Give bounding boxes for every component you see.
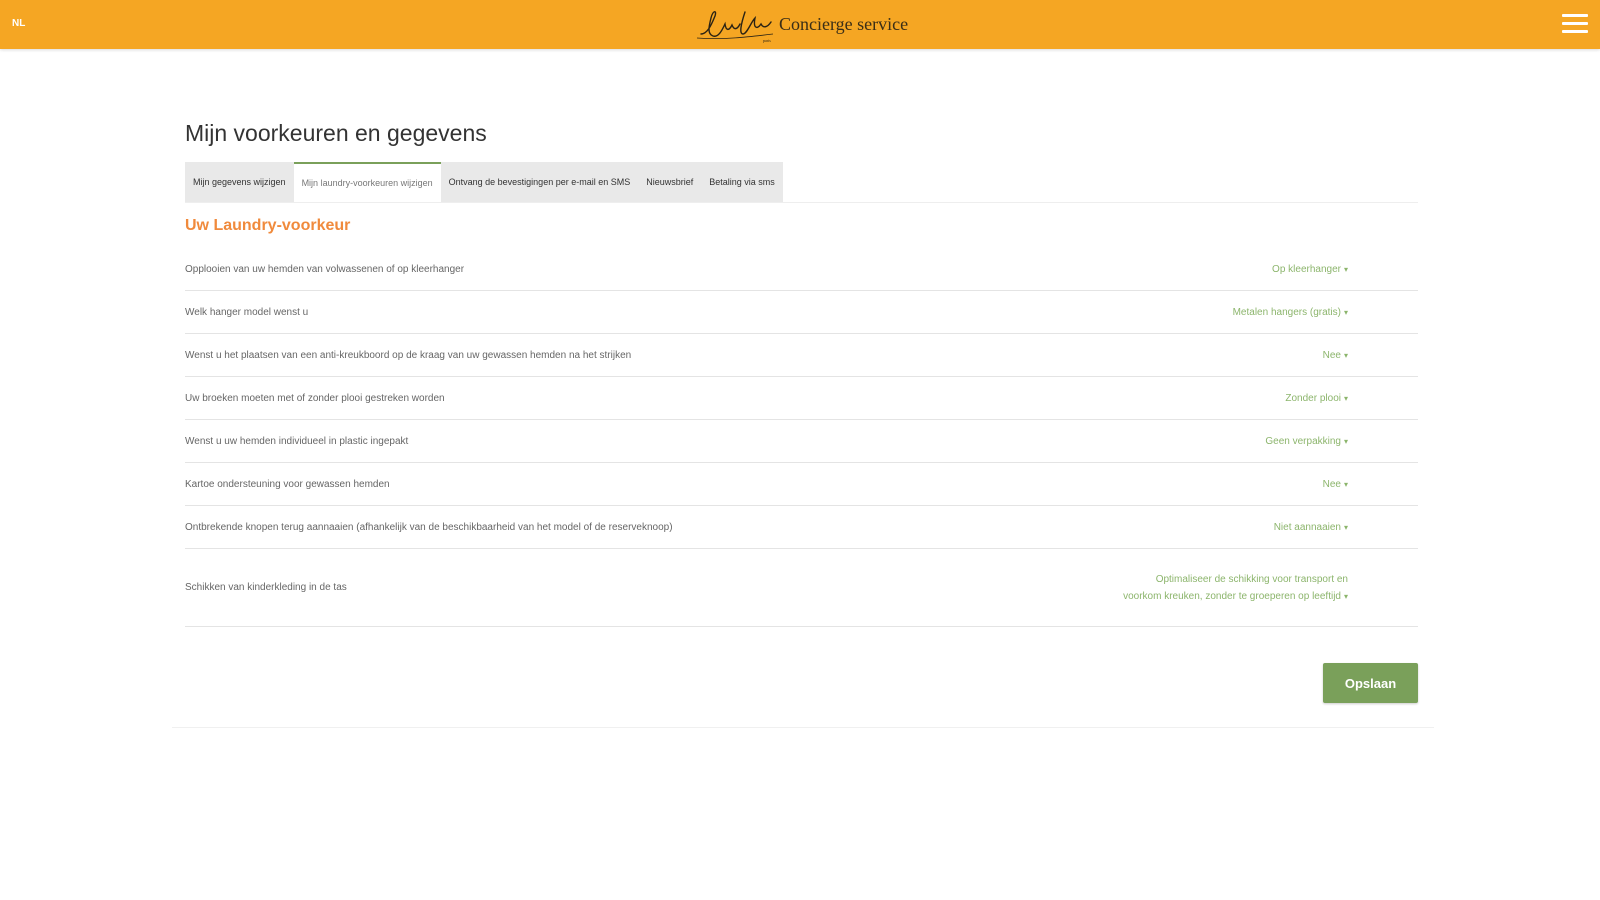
- tab-payment-sms[interactable]: Betaling via sms: [701, 162, 783, 202]
- preference-label: Uw broeken moeten met of zonder plooi ge…: [185, 392, 445, 404]
- preference-dropdown[interactable]: Nee ▾: [1323, 476, 1348, 493]
- caret-down-icon: ▾: [1343, 591, 1348, 601]
- preference-value: Nee: [1322, 349, 1341, 361]
- tab-email-sms-confirmations[interactable]: Ontvang de bevestigingen per e-mail en S…: [440, 162, 639, 202]
- section-title: Uw Laundry-voorkeur: [185, 217, 351, 234]
- tabs-divider: [185, 202, 1418, 203]
- save-button[interactable]: Opslaan: [1323, 663, 1418, 703]
- preference-dropdown[interactable]: Optimaliseer de schikking voor transport…: [1118, 571, 1348, 605]
- preference-row: Wenst u uw hemden individueel in plastic…: [185, 420, 1418, 463]
- preference-label: Ontbrekende knopen terug aannaaien (afha…: [185, 521, 673, 533]
- brand[interactable]: paris Concierge service: [693, 4, 908, 44]
- svg-text:paris: paris: [763, 38, 771, 43]
- caret-down-icon: ▾: [1343, 479, 1348, 489]
- preference-label: Welk hanger model wenst u: [185, 306, 309, 318]
- preference-list: Opplooien van uw hemden van volwassenen …: [185, 248, 1418, 627]
- preference-value: Optimaliseer de schikking voor transport…: [1123, 573, 1348, 602]
- preference-row: Ontbrekende knopen terug aannaaien (afha…: [185, 506, 1418, 549]
- preference-label: Schikken van kinderkleding in de tas: [185, 582, 347, 593]
- preference-value: Metalen hangers (gratis): [1232, 306, 1341, 318]
- caret-down-icon: ▾: [1343, 264, 1348, 274]
- caret-down-icon: ▾: [1343, 393, 1348, 403]
- caret-down-icon: ▾: [1343, 436, 1348, 446]
- preference-row: Opplooien van uw hemden van volwassenen …: [185, 248, 1418, 291]
- signature-logo: paris: [696, 11, 774, 43]
- caret-down-icon: ▾: [1343, 307, 1348, 317]
- preference-dropdown[interactable]: Nee ▾: [1323, 347, 1348, 364]
- caret-down-icon: ▾: [1343, 350, 1348, 360]
- tab-laundry-preferences[interactable]: Mijn laundry-voorkeuren wijzigen: [293, 162, 441, 202]
- caret-down-icon: ▾: [1343, 522, 1348, 532]
- hamburger-menu-icon[interactable]: [1562, 14, 1588, 34]
- preference-label: Opplooien van uw hemden van volwassenen …: [185, 263, 465, 275]
- preference-row: Kartoe ondersteuning voor gewassen hemde…: [185, 463, 1418, 506]
- preference-label: Wenst u uw hemden individueel in plastic…: [185, 435, 409, 447]
- preference-value: Op kleerhanger: [1272, 263, 1341, 275]
- preference-dropdown[interactable]: Metalen hangers (gratis) ▾: [1233, 304, 1348, 321]
- preference-dropdown[interactable]: Geen verpakking ▾: [1265, 433, 1348, 450]
- preference-value: Geen verpakking: [1265, 435, 1341, 447]
- preference-dropdown[interactable]: Op kleerhanger ▾: [1272, 261, 1348, 278]
- preference-value: Nee: [1322, 478, 1341, 490]
- preference-dropdown[interactable]: Niet aannaaien ▾: [1274, 519, 1348, 536]
- top-bar: NL paris Concierge service: [0, 0, 1600, 49]
- preference-value: Zonder plooi: [1285, 392, 1341, 404]
- main-content: Mijn voorkeuren en gegevens Mijn gegeven…: [172, 60, 1434, 728]
- brand-title: Concierge service: [779, 13, 909, 34]
- preference-value: Niet aannaaien: [1273, 521, 1341, 533]
- preference-row: Wenst u het plaatsen van een anti-kreukb…: [185, 334, 1418, 377]
- page-title: Mijn voorkeuren en gegevens: [185, 120, 487, 146]
- preference-row: Uw broeken moeten met of zonder plooi ge…: [185, 377, 1418, 420]
- tab-newsletter[interactable]: Nieuwsbrief: [638, 162, 702, 202]
- tab-my-details[interactable]: Mijn gegevens wijzigen: [185, 162, 294, 202]
- preference-row: Schikken van kinderkleding in de tas Opt…: [185, 549, 1418, 627]
- preference-tabs: Mijn gegevens wijzigen Mijn laundry-voor…: [185, 162, 783, 202]
- preference-label: Wenst u het plaatsen van een anti-kreukb…: [185, 349, 632, 361]
- language-switch[interactable]: NL: [12, 18, 25, 29]
- preference-dropdown[interactable]: Zonder plooi ▾: [1285, 390, 1348, 407]
- preference-label: Kartoe ondersteuning voor gewassen hemde…: [185, 478, 390, 490]
- preference-row: Welk hanger model wenst u Metalen hanger…: [185, 291, 1418, 334]
